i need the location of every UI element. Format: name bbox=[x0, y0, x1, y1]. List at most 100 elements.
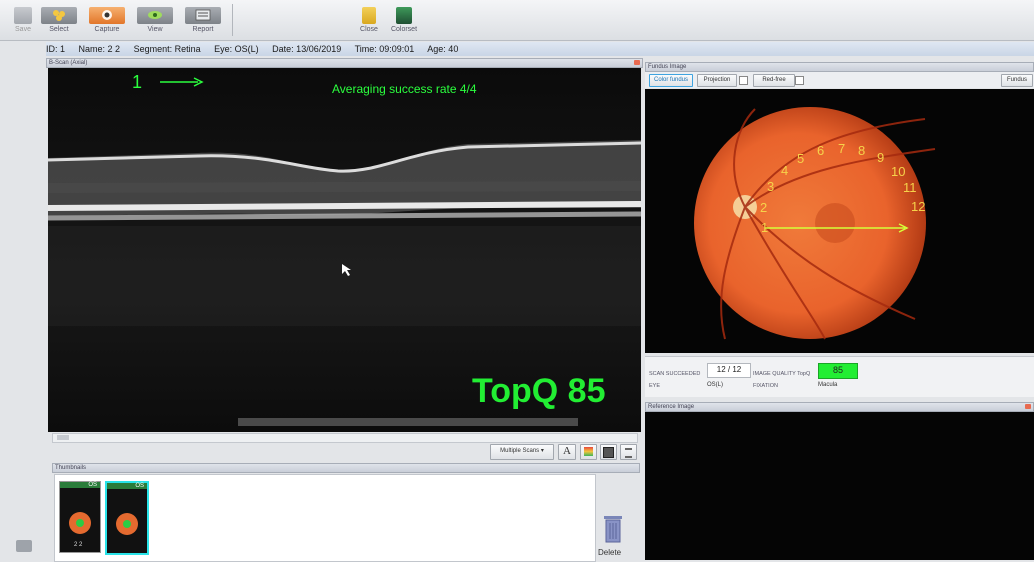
topq-score: TopQ 85 bbox=[472, 372, 606, 410]
delete-label: Delete bbox=[598, 548, 622, 557]
scan-line-label: 12 bbox=[911, 199, 926, 214]
image-quality-label: IMAGE QUALITY TopQ bbox=[753, 371, 811, 377]
fixation-value: Macula bbox=[818, 382, 838, 388]
trash-icon bbox=[604, 516, 622, 543]
tab-fundus-right-label: Fundus bbox=[1006, 77, 1027, 83]
thumbnails-title-bar: Thumbnails bbox=[52, 463, 640, 473]
bscan-scrollbar[interactable] bbox=[52, 433, 638, 443]
red-free-checkbox[interactable] bbox=[795, 76, 804, 85]
close-reference-icon[interactable] bbox=[1025, 404, 1031, 409]
close-panel-icon[interactable] bbox=[634, 60, 640, 65]
averaging-rate-text: Averaging success rate 4/4 bbox=[332, 82, 477, 96]
thumbnails-title: Thumbnails bbox=[55, 465, 87, 471]
select-button[interactable]: Select bbox=[36, 6, 82, 38]
color-map-button[interactable] bbox=[580, 444, 597, 460]
thumbnails-strip: OS 2 2 OS bbox=[54, 474, 596, 562]
grayscale-icon bbox=[603, 447, 614, 458]
thumbnail-fundus-icon bbox=[116, 513, 138, 535]
fundus-title: Fundus Image bbox=[648, 64, 687, 70]
thumbnail-eye-label: OS bbox=[135, 483, 144, 489]
device-icon bbox=[16, 540, 32, 552]
scan-line-label: 3 bbox=[767, 179, 775, 194]
scan-line-label: 10 bbox=[891, 164, 906, 179]
scan-line-label: 1 bbox=[761, 220, 769, 235]
save-icon bbox=[14, 7, 32, 24]
capture-button[interactable]: Capture bbox=[84, 6, 130, 38]
scan-line-label: 9 bbox=[877, 150, 885, 165]
patient-id: ID: 1 bbox=[46, 44, 66, 54]
reference-title-bar: Reference Image bbox=[645, 402, 1034, 412]
menu-icon bbox=[625, 448, 632, 458]
bscan-image[interactable]: 1 Averaging success rate 4/4 TopQ 85 bbox=[48, 68, 641, 432]
tab-projection[interactable]: Projection bbox=[697, 74, 737, 87]
fixation-label: FIXATION bbox=[753, 383, 778, 389]
thumbnails-panel: Thumbnails bbox=[52, 463, 640, 473]
scan-direction-arrow-icon bbox=[160, 77, 204, 87]
thumbnail-caption: 2 2 bbox=[74, 542, 83, 548]
report-button[interactable]: Report bbox=[180, 6, 226, 38]
view-mode-select[interactable]: Multiple Scans ▾ bbox=[490, 444, 554, 460]
colorset-button[interactable]: Colorset bbox=[381, 6, 427, 38]
menu-button[interactable] bbox=[620, 444, 637, 460]
text-tool-label: A bbox=[563, 445, 571, 457]
patient-date: Date: 13/06/2019 bbox=[272, 44, 342, 54]
patient-age: Age: 40 bbox=[427, 44, 459, 54]
patient-name: Name: 2 2 bbox=[78, 44, 121, 54]
thumbnail-item[interactable]: OS bbox=[105, 481, 149, 555]
eye-label: EYE bbox=[649, 383, 661, 389]
scan-line-label: 8 bbox=[858, 143, 866, 158]
eye-value: OS(L) bbox=[707, 382, 724, 388]
patient-eye: Eye: OS(L) bbox=[214, 44, 259, 54]
select-label: Select bbox=[49, 26, 69, 33]
tab-red-free[interactable]: Red-free bbox=[753, 74, 795, 87]
thumbnail-item[interactable]: OS 2 2 bbox=[59, 481, 101, 553]
colorset-icon bbox=[396, 7, 412, 24]
fundus-tabbar: Color fundus Projection Red-free Fundus bbox=[645, 72, 1034, 88]
scan-line-label: 4 bbox=[781, 163, 789, 178]
tab-fundus-right[interactable]: Fundus bbox=[1001, 74, 1033, 87]
fundus-panel: Fundus Image bbox=[645, 62, 1034, 72]
scan-line-label: 6 bbox=[817, 143, 825, 158]
scan-line-label: 2 bbox=[760, 200, 768, 215]
scrollbar-thumb[interactable] bbox=[57, 435, 69, 440]
scan-line-label: 5 bbox=[797, 151, 805, 166]
capture-label: Capture bbox=[94, 26, 120, 33]
fundus-image[interactable]: 1 2 3 4 5 6 7 8 9 10 11 12 bbox=[645, 89, 1034, 353]
close-label: Close bbox=[360, 26, 378, 33]
thumbnail-eye-label: OS bbox=[88, 482, 97, 488]
tab-color-fundus-label: Color fundus bbox=[653, 77, 689, 83]
reference-panel: Reference Image bbox=[645, 402, 1034, 412]
save-label: Save bbox=[15, 26, 31, 33]
scan-succeeded-label: SCAN SUCCEEDED bbox=[649, 371, 701, 377]
patient-info-bar: ID: 1 Name: 2 2 Segment: Retina Eye: OS(… bbox=[46, 42, 1034, 56]
close-icon bbox=[362, 7, 376, 24]
scan-line-label: 7 bbox=[838, 141, 846, 156]
scan-line-label: 11 bbox=[903, 180, 917, 195]
tab-projection-label: Projection bbox=[703, 77, 731, 83]
report-glyph-icon bbox=[195, 9, 211, 21]
delete-button[interactable] bbox=[600, 514, 626, 546]
scan-number-label: 1 bbox=[132, 72, 143, 92]
view-button[interactable]: View bbox=[132, 6, 178, 38]
patient-segment: Segment: Retina bbox=[133, 44, 201, 54]
colorset-label: Colorset bbox=[390, 26, 418, 33]
view-mode-value: Multiple Scans bbox=[500, 448, 540, 454]
fundus-title-bar: Fundus Image bbox=[645, 62, 1034, 72]
tab-red-free-label: Red-free bbox=[762, 77, 786, 83]
camera-icon bbox=[102, 10, 112, 20]
report-label: Report bbox=[192, 26, 214, 33]
text-tool-button[interactable]: A bbox=[558, 444, 576, 460]
projection-checkbox[interactable] bbox=[739, 76, 748, 85]
patient-time: Time: 09:09:01 bbox=[354, 44, 415, 54]
select-glyph-icon bbox=[53, 10, 65, 21]
reference-image[interactable] bbox=[645, 412, 1034, 560]
grayscale-button[interactable] bbox=[600, 444, 617, 460]
image-quality-value: 85 bbox=[818, 363, 858, 379]
toolbar-divider bbox=[232, 4, 233, 36]
fundus-graphic bbox=[694, 107, 936, 340]
eye-icon bbox=[148, 11, 162, 19]
tab-color-fundus[interactable]: Color fundus bbox=[649, 74, 693, 87]
bscan-panel: B-Scan (Axial) bbox=[46, 58, 643, 68]
bscan-panel-title: B-Scan (Axial) bbox=[46, 58, 643, 68]
scan-succeeded-value: 12 / 12 bbox=[707, 363, 751, 378]
